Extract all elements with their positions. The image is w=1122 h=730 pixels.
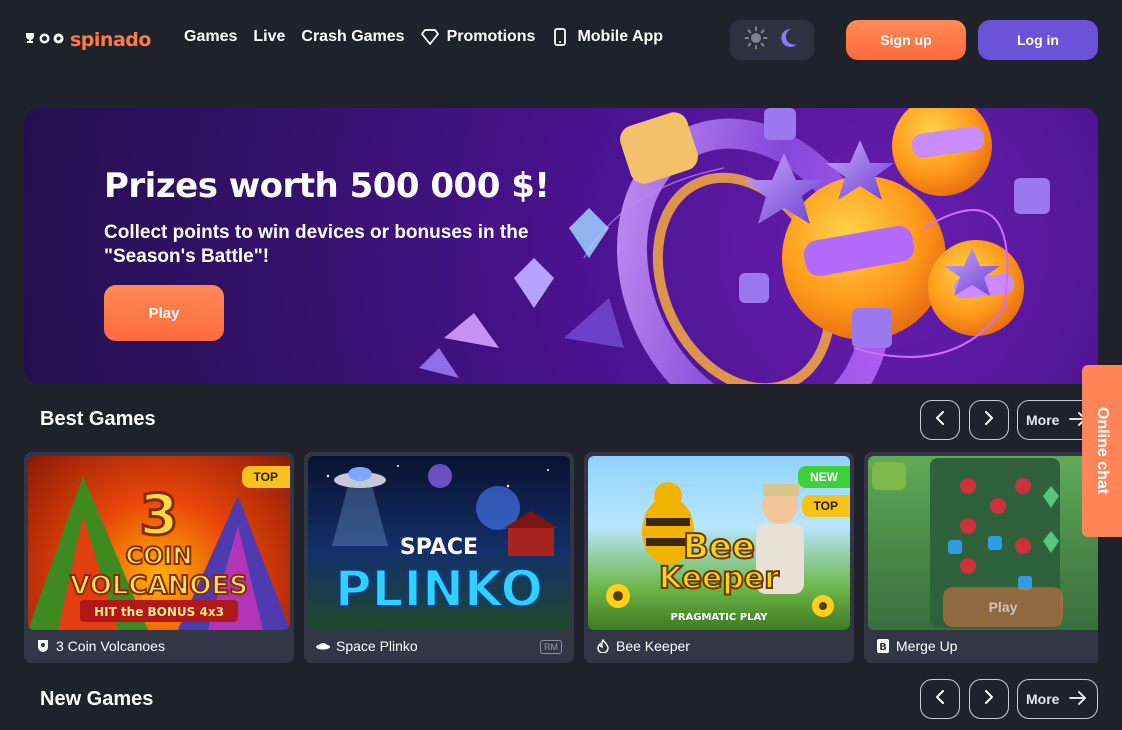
- svg-text:B: B: [879, 642, 887, 653]
- arrow-right-icon: [1069, 690, 1087, 708]
- best-games-title: Best Games: [40, 408, 156, 430]
- game-name-label: Bee Keeper: [616, 638, 690, 654]
- svg-text:VOLCANOES: VOLCANOES: [70, 571, 248, 601]
- nav-games-label: Games: [184, 28, 238, 45]
- card-play-button[interactable]: Play: [943, 587, 1063, 627]
- nav-promotions[interactable]: Promotions: [420, 28, 536, 46]
- signup-button[interactable]: Sign up: [846, 20, 966, 60]
- game-thumbnail: 3 COIN VOLCANOES HIT the BONUS 4x3 TOP: [28, 456, 290, 630]
- coin-icon: [39, 31, 50, 49]
- diamond-icon: [420, 28, 439, 46]
- game-thumbnail: Bee Keeper PRAGMATIC PLAY NEW TOP: [588, 456, 850, 630]
- space-plinko-art: SPACE PLINKO: [326, 464, 558, 619]
- svg-text:SPACE: SPACE: [400, 535, 478, 560]
- moon-icon[interactable]: [776, 26, 800, 55]
- spinado-logo[interactable]: spinado: [24, 29, 151, 51]
- game-thumbnail: Play: [868, 456, 1098, 630]
- shield-icon: [36, 639, 50, 653]
- svg-text:COIN: COIN: [125, 542, 192, 570]
- game-card-3-coin-volcanoes[interactable]: 3 COIN VOLCANOES HIT the BONUS 4x3 TOP 3…: [24, 452, 294, 663]
- game-name-label: Space Plinko: [336, 638, 418, 654]
- top-badge: TOP: [801, 495, 850, 517]
- svg-text:HIT the BONUS 4x3: HIT the BONUS 4x3: [94, 605, 224, 619]
- online-chat-tab[interactable]: Online chat: [1082, 365, 1122, 537]
- brand-name: spinado: [70, 29, 151, 51]
- nav-live-label: Live: [253, 28, 286, 45]
- nav-mobile-app[interactable]: Mobile App: [551, 28, 663, 46]
- banner-title: Prizes worth 500 000 $!: [104, 166, 550, 206]
- svg-text:PLINKO: PLINKO: [335, 560, 543, 618]
- online-chat-label: Online chat: [1094, 407, 1111, 495]
- game-name-label: 3 Coin Volcanoes: [56, 638, 165, 654]
- theme-toggle[interactable]: [730, 20, 814, 60]
- nav-games[interactable]: Games: [184, 28, 237, 46]
- top-header: spinado Games Live Crash Games Promotion…: [0, 0, 1122, 80]
- game-name: Bee Keeper: [596, 638, 690, 654]
- banner-play-button[interactable]: Play: [104, 285, 224, 341]
- chevron-right-icon: [984, 410, 994, 430]
- nav-promotions-label: Promotions: [446, 28, 536, 45]
- sun-icon[interactable]: [744, 26, 768, 55]
- chip-icon: [53, 31, 64, 49]
- svg-text:3: 3: [140, 483, 179, 548]
- new-games-title: New Games: [40, 688, 154, 710]
- best-games-next-button[interactable]: [969, 400, 1009, 440]
- new-games-prev-button[interactable]: [920, 679, 960, 719]
- svg-text:PRAGMATIC PLAY: PRAGMATIC PLAY: [671, 612, 769, 623]
- svg-text:Keeper: Keeper: [659, 561, 779, 596]
- banner-subtitle: Collect points to win devices or bonuses…: [104, 222, 529, 267]
- game-card-merge-up[interactable]: Play B Merge Up: [864, 452, 1098, 663]
- chevron-right-icon: [984, 689, 994, 709]
- trophy-icon: [24, 31, 36, 49]
- nav-crash-games[interactable]: Crash Games: [301, 28, 404, 46]
- rm-tag: RM: [540, 640, 562, 654]
- top-badge: TOP: [241, 466, 290, 488]
- ufo-icon: [316, 639, 330, 653]
- new-games-more-button[interactable]: More: [1017, 679, 1098, 719]
- new-badge: NEW: [798, 466, 850, 488]
- nav-mobile-app-label: Mobile App: [577, 28, 664, 45]
- game-thumbnail: SPACE PLINKO: [308, 456, 570, 630]
- game-name: B Merge Up: [876, 638, 957, 654]
- phone-icon: [551, 28, 569, 46]
- chevron-left-icon: [935, 689, 945, 709]
- chevron-left-icon: [935, 410, 945, 430]
- b-icon: B: [876, 639, 890, 653]
- game-name: 3 Coin Volcanoes: [36, 638, 165, 654]
- game-card-bee-keeper[interactable]: Bee Keeper PRAGMATIC PLAY NEW TOP Bee Ke…: [584, 452, 854, 663]
- game-name: Space Plinko: [316, 638, 418, 654]
- game-card-space-plinko[interactable]: SPACE PLINKO Space Plinko RM: [304, 452, 574, 663]
- main-nav: Games Live Crash Games Promotions Mobile…: [184, 28, 663, 46]
- login-button[interactable]: Log in: [978, 20, 1098, 60]
- nav-crash-games-label: Crash Games: [301, 28, 405, 45]
- promo-banner[interactable]: Prizes worth 500 000 $! Collect points t…: [24, 108, 1098, 384]
- nav-live[interactable]: Live: [253, 28, 285, 46]
- more-label: More: [1026, 691, 1060, 707]
- new-games-next-button[interactable]: [969, 679, 1009, 719]
- more-label: More: [1026, 412, 1060, 428]
- best-games-prev-button[interactable]: [920, 400, 960, 440]
- flame-icon: [596, 639, 610, 653]
- game-name-label: Merge Up: [896, 638, 958, 654]
- logo-icons: [24, 31, 64, 49]
- best-games-carousel: 3 COIN VOLCANOES HIT the BONUS 4x3 TOP 3…: [24, 452, 1098, 663]
